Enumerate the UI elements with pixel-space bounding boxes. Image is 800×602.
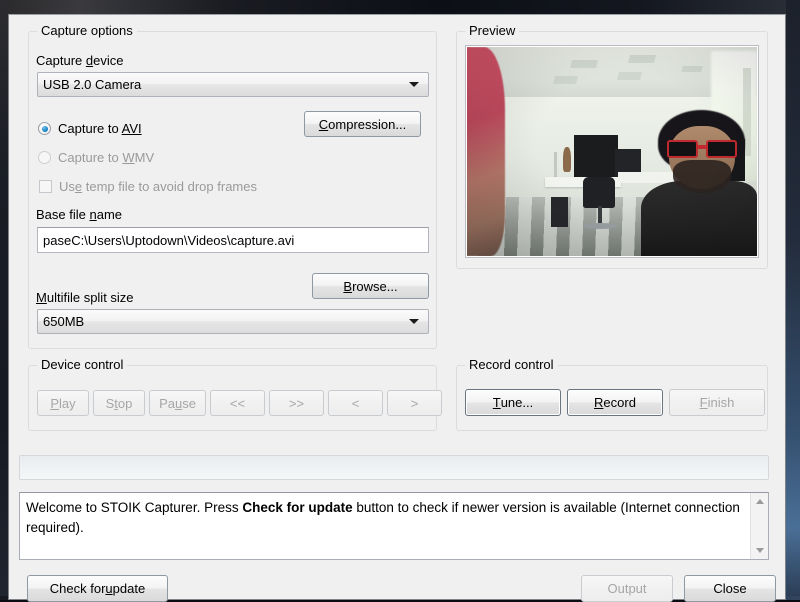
checkbox-temp-label: Use temp file to avoid drop frames [59,179,257,194]
check-for-update-button[interactable]: Check for update [27,575,168,602]
progress-bar [19,455,769,480]
preview-frame [465,45,759,258]
close-button[interactable]: Close [684,575,776,602]
checkbox-temp-indicator [39,180,52,193]
webcam-preview-image [467,47,757,256]
radio-avi-indicator [38,122,51,135]
record-button[interactable]: Record [567,389,663,416]
radio-wmv-label: Capture to WMV [58,150,154,165]
message-text: Welcome to STOIK Capturer. Press Check f… [26,498,752,538]
play-button[interactable]: Play [37,390,89,416]
multifile-split-size-label: Multifile split size [36,290,134,305]
tune-button[interactable]: Tune... [465,389,561,416]
message-bold: Check for update [242,500,352,515]
radio-avi-label: Capture to AVI [58,121,142,136]
radio-capture-to-wmv[interactable]: Capture to WMV [38,150,154,165]
finish-button[interactable]: Finish [669,389,765,416]
browse-button[interactable]: Browse... [312,273,429,299]
capture-device-label: Capture device [36,53,123,68]
message-part1: Welcome to STOIK Capturer. Press [26,500,242,515]
window-titlebar-strip [0,0,800,14]
base-file-name-input[interactable]: paseC:\Users\Uptodown\Videos\capture.avi [37,227,429,253]
record-control-title: Record control [465,357,558,372]
window-border-left [0,0,8,600]
message-textarea[interactable]: Welcome to STOIK Capturer. Press Check f… [19,492,769,560]
output-button[interactable]: Output [581,575,673,602]
device-control-title: Device control [37,357,127,372]
window-border-right [786,0,800,600]
step-back-button[interactable]: < [328,390,383,416]
preview-title: Preview [465,23,519,38]
multifile-split-size-value: 650MB [43,314,84,329]
message-scrollbar[interactable] [750,493,768,559]
chevron-down-icon [409,319,419,324]
pause-button[interactable]: Pause [149,390,206,416]
scroll-up-icon[interactable] [751,493,768,510]
base-file-name-label: Base file name [36,207,122,222]
desktop-background: Capture options Capture device USB 2.0 C… [0,0,800,600]
compression-button[interactable]: Compression... [304,111,421,137]
radio-capture-to-avi[interactable]: Capture to AVI [38,121,142,136]
scroll-down-icon[interactable] [751,542,768,559]
capture-options-title: Capture options [37,23,137,38]
capture-device-value: USB 2.0 Camera [43,77,141,92]
stoik-capturer-dialog: Capture options Capture device USB 2.0 C… [8,14,786,600]
checkbox-use-temp-file[interactable]: Use temp file to avoid drop frames [39,179,257,194]
step-forward-button[interactable]: > [387,390,442,416]
rewind-button[interactable]: << [210,390,265,416]
stop-button[interactable]: Stop [93,390,145,416]
radio-wmv-indicator [38,151,51,164]
fast-forward-button[interactable]: >> [269,390,324,416]
multifile-split-size-combobox[interactable]: 650MB [37,309,429,334]
capture-device-combobox[interactable]: USB 2.0 Camera [37,72,429,97]
base-file-name-value: paseC:\Users\Uptodown\Videos\capture.avi [43,233,294,248]
chevron-down-icon [409,82,419,87]
